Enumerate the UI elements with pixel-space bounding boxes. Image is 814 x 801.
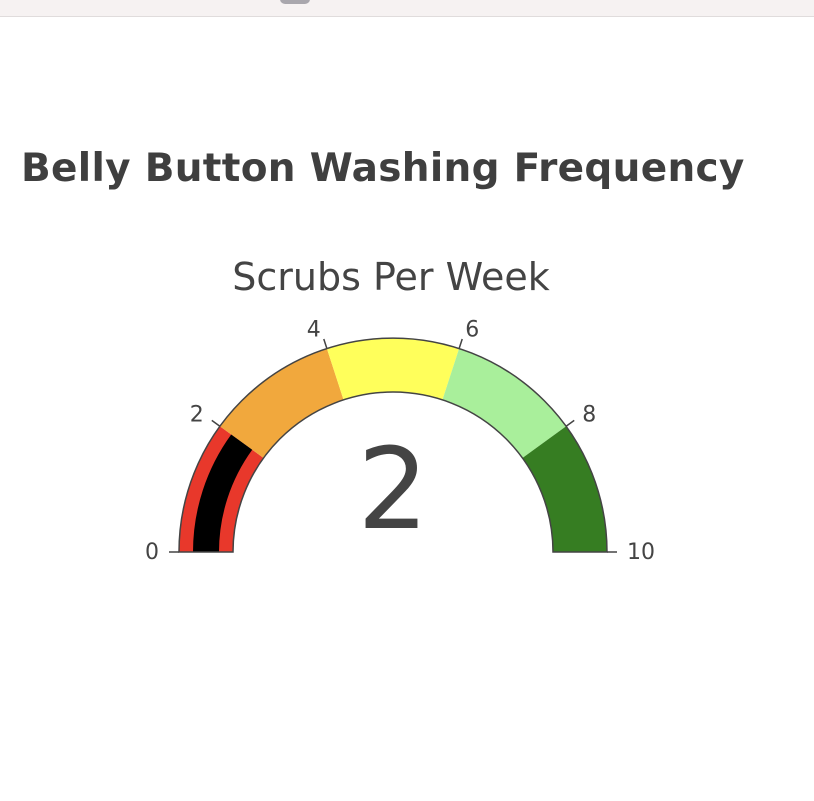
gauge-tick bbox=[323, 338, 328, 349]
gauge-title: Scrubs Per Week bbox=[232, 255, 549, 299]
gauge-value: 2 bbox=[357, 425, 428, 555]
gauge-tick-label: 8 bbox=[582, 402, 596, 427]
gauge-chart: Scrubs Per Week 0 2 4 6 8 10 2 bbox=[145, 255, 655, 565]
gauge-tick-label: 0 bbox=[145, 540, 159, 565]
gauge-tick-label: 4 bbox=[307, 317, 321, 342]
gauge-tick bbox=[211, 419, 221, 427]
gauge-step-2 bbox=[326, 337, 460, 400]
gauge-tick bbox=[565, 419, 575, 427]
gauge-tick-label: 10 bbox=[627, 540, 655, 565]
gauge-tick bbox=[458, 338, 463, 349]
gauge-tick-label: 6 bbox=[465, 317, 479, 342]
gauge-tick-label: 2 bbox=[190, 402, 204, 427]
